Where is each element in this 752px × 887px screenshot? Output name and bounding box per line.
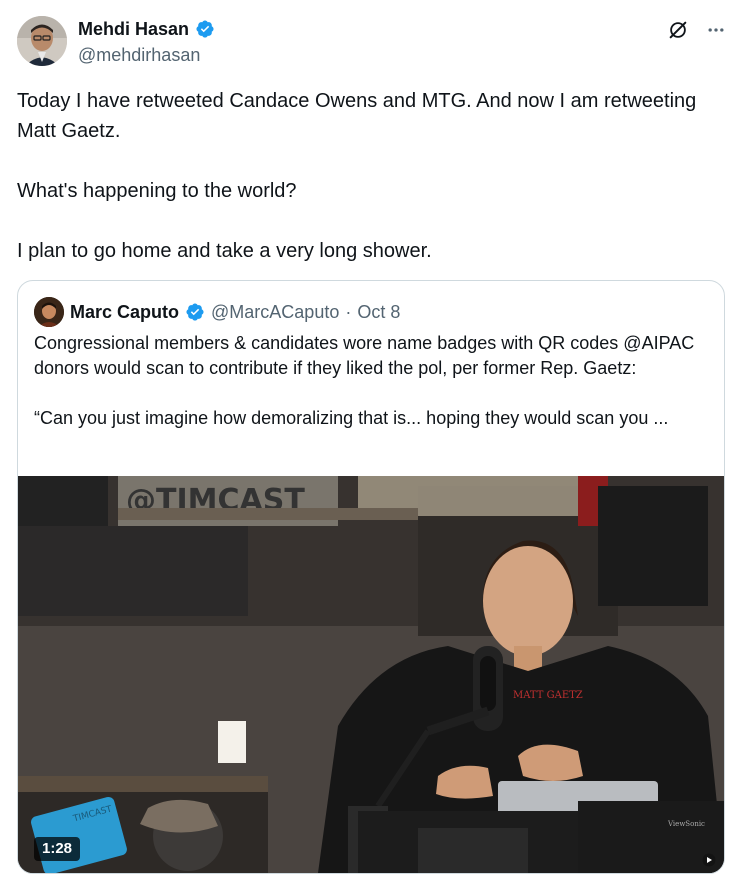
video-play-indicator-icon — [702, 853, 716, 867]
quoted-tweet[interactable]: Marc Caputo @MarcACaputo · Oct 8 Congres… — [17, 280, 725, 874]
video-thumbnail: @TIMCAST TIMCAST MATT GAETZ ViewSonic — [18, 476, 724, 873]
quoted-author-avatar — [34, 297, 64, 327]
author-handle[interactable]: @mehdirhasan — [78, 43, 200, 67]
more-icon[interactable] — [704, 18, 728, 42]
verified-badge-icon[interactable] — [195, 19, 215, 39]
quoted-author-name: Marc Caputo — [70, 302, 180, 322]
separator-dot: · — [345, 302, 352, 322]
tweet: Mehdi Hasan @mehdirhasan Today I have re… — [0, 0, 752, 887]
quoted-tweet-text: Congressional members & candidates wore … — [34, 333, 695, 428]
quoted-verified-badge-icon — [185, 302, 205, 322]
author-name[interactable]: Mehdi Hasan — [78, 17, 189, 41]
tweet-text: Today I have retweeted Candace Owens and… — [17, 90, 697, 262]
header-actions — [666, 18, 728, 42]
author-avatar[interactable] — [17, 16, 67, 66]
grok-icon[interactable] — [666, 18, 690, 42]
author-avatar-image — [17, 16, 67, 66]
quoted-tweet-date: Oct 8 — [357, 302, 401, 322]
quoted-video[interactable]: @TIMCAST TIMCAST MATT GAETZ ViewSonic 1:… — [18, 476, 724, 873]
quoted-author-handle: @MarcACaputo — [211, 302, 340, 322]
monitor-brand-right: ViewSonic — [667, 820, 705, 828]
author-name-row: Mehdi Hasan — [78, 17, 215, 41]
quoted-tweet-header: Marc Caputo @MarcACaputo · Oct 8 — [34, 297, 400, 327]
shirt-text: MATT GAETZ — [513, 690, 583, 701]
video-duration-badge: 1:28 — [34, 837, 81, 861]
